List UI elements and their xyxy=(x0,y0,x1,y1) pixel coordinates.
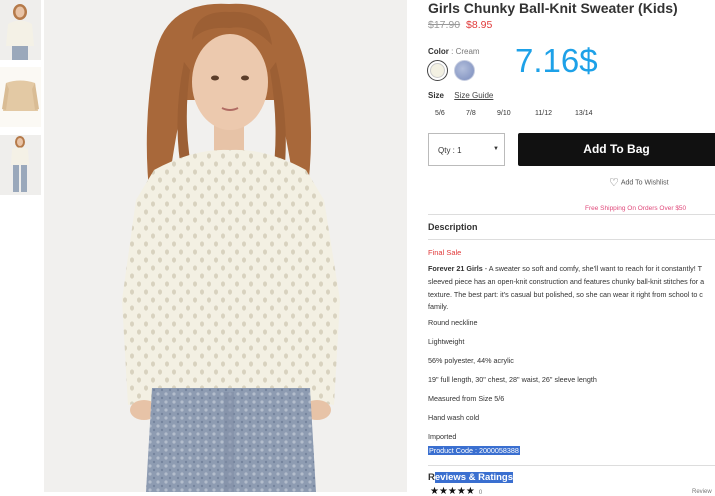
description-text-1: - A sweater so soft and comfy, she'll wa… xyxy=(482,264,702,273)
quantity-select[interactable]: Qty : 1 ▼ xyxy=(428,133,505,166)
size-label-row: Size Size Guide xyxy=(428,91,493,100)
size-option-11-12[interactable]: 11/12 xyxy=(535,110,552,117)
rating-stars: ★★★★★ 0 xyxy=(430,486,482,496)
add-to-wishlist-link[interactable]: ♡ Add To Wishlist xyxy=(609,176,669,189)
add-to-bag-button[interactable]: Add To Bag xyxy=(518,133,715,166)
feature-item: 19" full length, 30" chest, 28" waist, 2… xyxy=(428,375,597,384)
description-heading[interactable]: Description xyxy=(428,222,478,232)
quantity-value: Qty : 1 xyxy=(438,146,462,155)
thumbnail-1[interactable] xyxy=(0,0,41,60)
star-icon: ★★★★★ xyxy=(430,486,475,496)
write-review-link[interactable]: Review xyxy=(692,489,712,495)
brand-name: Forever 21 Girls xyxy=(428,264,483,273)
chevron-down-icon: ▼ xyxy=(493,146,499,152)
feature-item: Measured from Size 5/6 xyxy=(428,394,505,403)
thumbnail-image-girl-front xyxy=(0,0,41,60)
swatch-cream-fill xyxy=(430,63,445,78)
color-label-row: Color : Cream xyxy=(428,47,480,56)
feature-item: 56% polyester, 44% acrylic xyxy=(428,356,514,365)
free-shipping-notice: Free Shipping On Orders Over $50 xyxy=(585,205,687,212)
thumbnail-3[interactable] xyxy=(0,135,41,195)
swatch-blue[interactable] xyxy=(454,60,475,81)
product-title: Girls Chunky Ball-Knit Sweater (Kids) xyxy=(428,0,678,16)
divider-top xyxy=(428,214,715,215)
description-line-3: texture. The best part: it's casual but … xyxy=(428,290,703,299)
heart-icon: ♡ xyxy=(609,177,619,189)
description-line-1: Forever 21 Girls - A sweater so soft and… xyxy=(428,264,702,273)
original-price: $17.90 xyxy=(428,19,461,31)
feature-item: Hand wash cold xyxy=(428,413,480,422)
price-annotation: 7.16$ xyxy=(515,42,598,79)
final-sale-label: Final Sale xyxy=(428,248,462,257)
product-code: Product Code : 2000058388 xyxy=(428,446,520,455)
color-value: Cream xyxy=(455,47,480,56)
size-option-7-8[interactable]: 7/8 xyxy=(466,110,476,117)
divider-reviews xyxy=(428,465,715,466)
size-label: Size xyxy=(428,91,445,100)
color-separator: : xyxy=(448,47,456,56)
sale-price: $8.95 xyxy=(466,19,493,31)
price-row: $17.90 $8.95 xyxy=(428,19,492,31)
color-label: Color xyxy=(428,47,449,56)
size-option-5-6[interactable]: 5/6 xyxy=(435,110,445,117)
feature-item: Round neckline xyxy=(428,318,478,327)
description-line-4: family. xyxy=(428,302,449,311)
feature-item: Imported xyxy=(428,432,457,441)
main-product-image[interactable] xyxy=(44,0,407,492)
reviews-heading-first: R xyxy=(428,472,435,483)
size-option-9-10[interactable]: 9/10 xyxy=(497,110,511,117)
size-guide-link[interactable]: Size Guide xyxy=(454,91,493,100)
size-option-13-14[interactable]: 13/14 xyxy=(575,110,593,117)
reviews-heading[interactable]: Reviews & Ratings xyxy=(428,472,514,483)
thumbnail-2[interactable] xyxy=(0,67,41,127)
swatch-cream[interactable] xyxy=(427,60,448,81)
wishlist-label: Add To Wishlist xyxy=(620,179,669,187)
review-count: 0 xyxy=(478,490,483,496)
product-photo-girl-sweater xyxy=(44,0,407,492)
thumbnail-image-sweater-flat xyxy=(0,67,41,127)
divider-description xyxy=(428,239,715,240)
feature-item: Lightweight xyxy=(428,337,465,346)
description-line-2: sleeved piece has an open-knit construct… xyxy=(428,277,705,286)
reviews-heading-rest: eviews & Ratings xyxy=(434,472,514,483)
thumbnail-image-girl-full xyxy=(0,135,41,195)
